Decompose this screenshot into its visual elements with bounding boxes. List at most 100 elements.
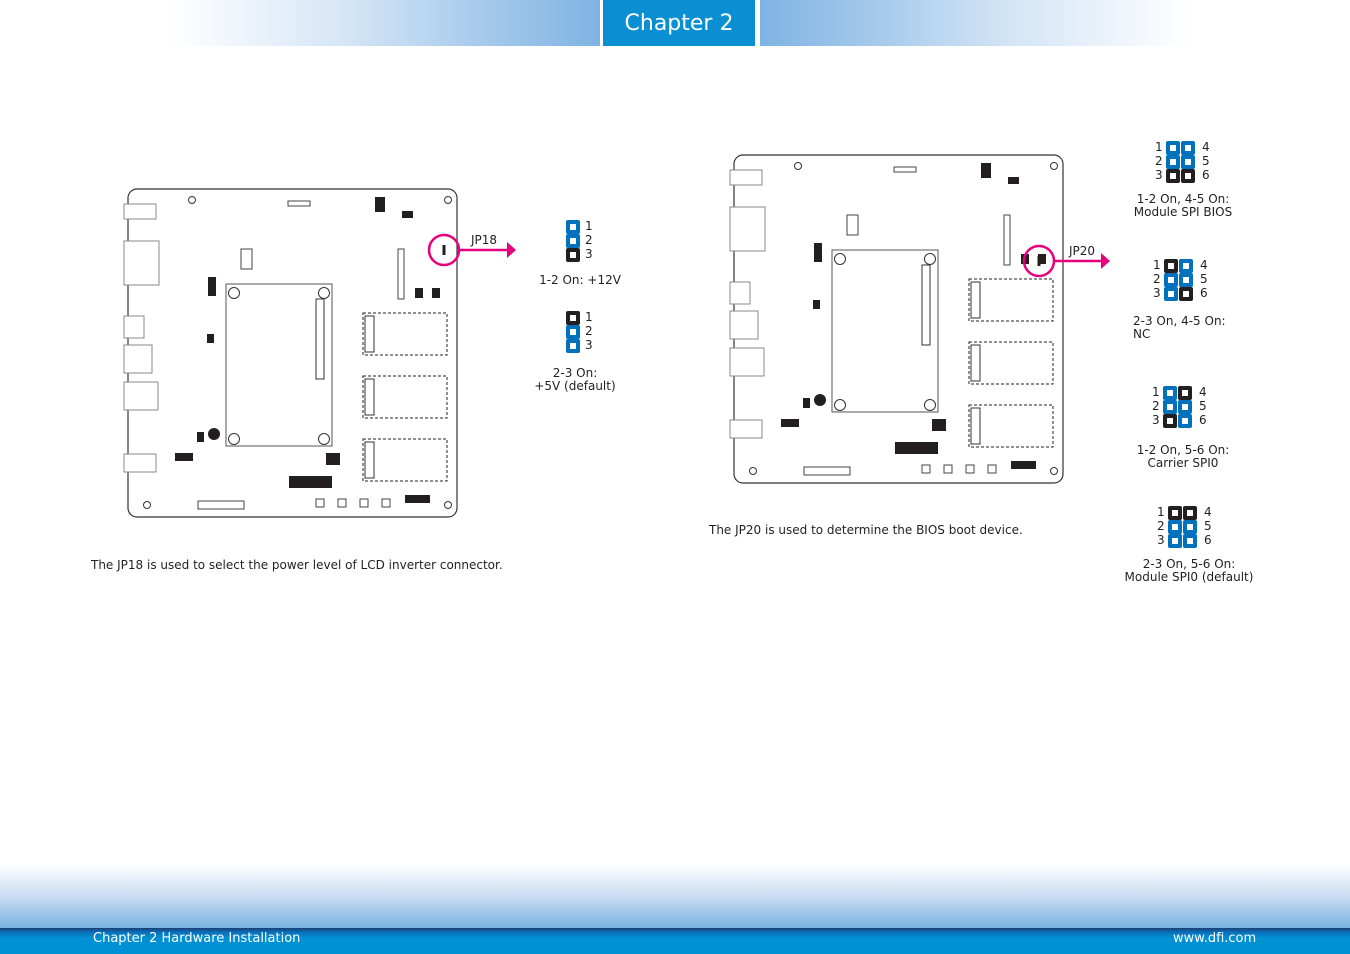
mounting-hole — [1050, 162, 1058, 170]
pin-number: 2 — [1157, 519, 1165, 533]
io-connector — [123, 203, 157, 220]
header — [402, 211, 413, 218]
caption-line: Module SPI BIOS — [1133, 205, 1233, 219]
jumper-pin-off — [1164, 259, 1178, 273]
module-hole — [228, 287, 240, 299]
pin-number: 1 — [585, 219, 593, 233]
callout-arrow-head — [1101, 253, 1110, 269]
chapter-tab: Chapter 2 — [603, 0, 755, 46]
connector — [846, 214, 859, 236]
jumper-pin-off — [1179, 287, 1193, 301]
buzzer — [814, 394, 826, 406]
button — [337, 498, 347, 508]
jumper-pin-off — [1166, 169, 1180, 183]
header — [813, 300, 820, 309]
jp20-caption: 2-3 On, 5-6 On: Module SPI0 (default) — [1125, 558, 1254, 584]
connector — [397, 248, 405, 300]
button — [315, 498, 325, 508]
jp18-callout-label: JP18 — [471, 233, 498, 247]
module-hole — [318, 433, 330, 445]
connector — [240, 248, 253, 270]
pin-number: 1 — [1152, 385, 1160, 399]
jumper-pin-on — [1178, 414, 1192, 428]
header — [197, 432, 204, 442]
jp18-caption-5v: 2-3 On: +5V (default) — [534, 367, 615, 393]
header — [932, 419, 946, 431]
pin-number: 3 — [1152, 413, 1160, 427]
pin-number: 4 — [1204, 505, 1212, 519]
mounting-hole — [143, 501, 151, 509]
pin-number: 3 — [1153, 286, 1161, 300]
header — [981, 163, 991, 178]
module-hole — [834, 253, 846, 265]
header — [208, 277, 216, 296]
slot-connector — [970, 344, 981, 382]
pin-number: 6 — [1204, 533, 1212, 547]
jumper-location — [1037, 256, 1041, 266]
header — [326, 453, 340, 465]
chapter-title: Chapter 2 — [624, 10, 734, 36]
pin-number: 6 — [1199, 413, 1207, 427]
jp20-description: The JP20 is used to determine the BIOS b… — [709, 523, 1023, 537]
header — [814, 243, 822, 262]
io-connector — [729, 281, 751, 305]
jumper-pin-off — [566, 248, 580, 262]
jumper-pin-on — [1179, 259, 1193, 273]
jumper-pin-on — [566, 234, 580, 248]
footer-website-link[interactable]: www.dfi.com — [1173, 931, 1256, 947]
module-hole — [834, 399, 846, 411]
slot-connector — [970, 281, 981, 319]
header — [895, 442, 938, 454]
jumper-pin-on — [566, 339, 580, 353]
header — [803, 398, 810, 408]
jumper-pin-on — [1168, 534, 1182, 548]
jumper-pin-off — [1178, 386, 1192, 400]
pin-number: 1 — [1153, 258, 1161, 272]
pin-number: 2 — [1155, 154, 1163, 168]
jumper-pin-off — [1183, 506, 1197, 520]
slot-connector — [364, 378, 375, 416]
io-connector — [729, 310, 759, 340]
jumper-pin-on — [1179, 273, 1193, 287]
caption-line: Module SPI0 (default) — [1124, 570, 1254, 584]
mounting-hole — [188, 196, 196, 204]
pin-number: 2 — [1153, 272, 1161, 286]
header — [1008, 177, 1019, 184]
jumper-location — [442, 245, 446, 255]
button — [987, 464, 997, 474]
button — [921, 464, 931, 474]
jumper-pin-on — [1168, 520, 1182, 534]
pin-number: 4 — [1199, 385, 1207, 399]
pin-number: 5 — [1199, 399, 1207, 413]
header — [289, 476, 332, 488]
pin-number: 2 — [1152, 399, 1160, 413]
pin-number: 4 — [1202, 140, 1210, 154]
pin-number: 2 — [585, 324, 593, 338]
io-connector — [729, 347, 765, 377]
mounting-hole — [749, 467, 757, 475]
sata-connector — [803, 466, 851, 476]
header — [415, 288, 423, 298]
sata-connector — [197, 500, 245, 510]
pin-number: 1 — [585, 310, 593, 324]
module-hole — [924, 399, 936, 411]
jumper-pin-on — [1164, 287, 1178, 301]
header — [375, 197, 385, 212]
jumper-pin-on — [1178, 400, 1192, 414]
jumper-pin-on — [1181, 155, 1195, 169]
module-hole — [924, 253, 936, 265]
module-hole — [318, 287, 330, 299]
button — [943, 464, 953, 474]
module-connector — [315, 298, 325, 380]
jumper-pin-on — [566, 220, 580, 234]
callout-arrow-head — [507, 242, 516, 258]
jumper-pin-on — [1183, 520, 1197, 534]
jp20-caption: 1-2 On, 4-5 On: Module SPI BIOS — [1134, 193, 1233, 219]
jp20-caption: 2-3 On, 4-5 On: NC — [1133, 315, 1226, 341]
jumper-pin-off — [566, 311, 580, 325]
motherboard-diagram-jp18 — [123, 188, 516, 518]
io-connector — [123, 453, 157, 473]
module-connector — [921, 264, 931, 346]
caption-line: +5V (default) — [534, 379, 616, 393]
footer-gradient — [0, 865, 1350, 928]
